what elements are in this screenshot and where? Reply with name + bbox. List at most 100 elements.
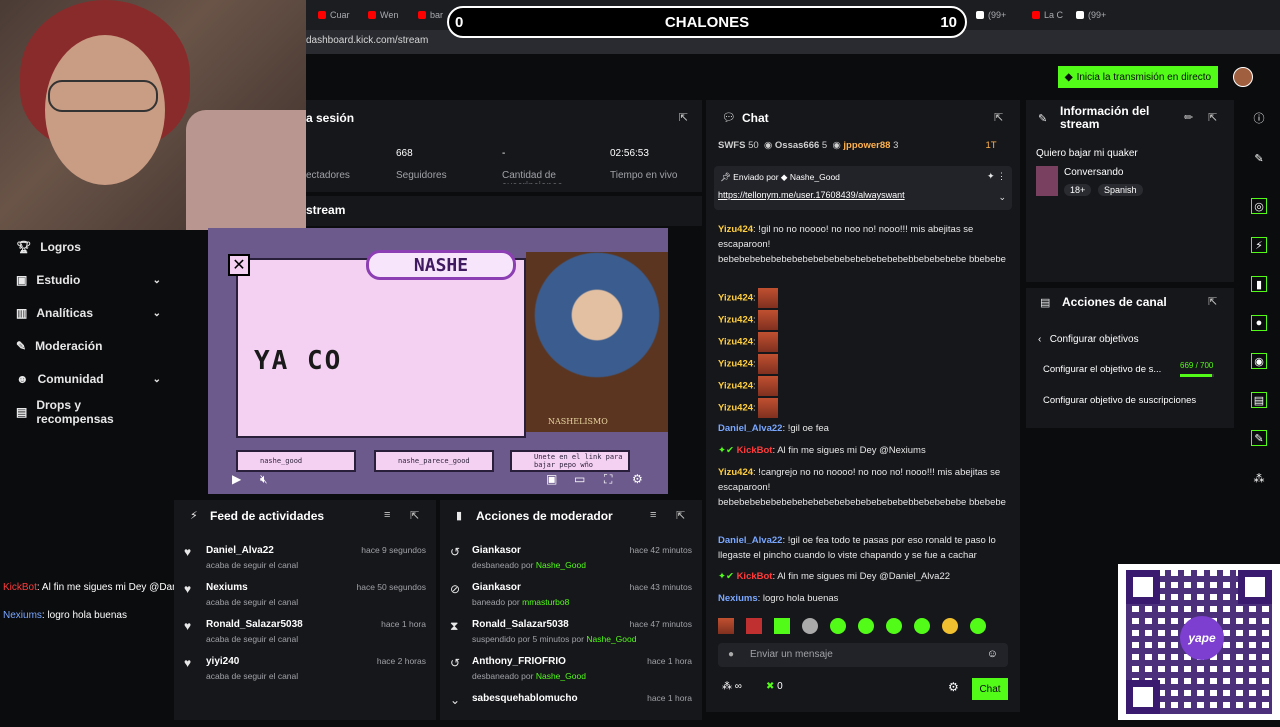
chat-message: Yizu424: (718, 332, 1008, 352)
wrench-icon[interactable]: ✎ (1251, 430, 1267, 446)
expand-icon[interactable]: ⇱ (410, 509, 419, 522)
pin-icon: 📌︎ (720, 172, 731, 182)
badge-icon: ✦✔ (718, 571, 734, 582)
chevron-down-icon: ⌄ (152, 373, 161, 385)
emote-bar (718, 618, 1008, 636)
panel-title: stream (306, 203, 346, 217)
browser-tab[interactable]: (99+ (976, 7, 1006, 23)
filter-icon[interactable]: ≡ (384, 509, 390, 521)
emote-icon (758, 398, 779, 418)
stream-panel-header: stream (306, 196, 702, 226)
stream-preview[interactable]: ✕ NASHE YA CO NASHELISMO nashe_good nash… (208, 228, 668, 494)
filter-icon[interactable]: ≡ (650, 509, 656, 521)
broadcast-icon[interactable]: ◉ (1251, 353, 1267, 369)
emote-icon (758, 332, 779, 352)
emote-icon[interactable] (886, 618, 902, 634)
top-chatters: SWFS 50 ◉ Ossas666 5 ◉ jppower88 3 1T (718, 140, 997, 151)
pin-icon[interactable]: ✦ ⋮ (987, 171, 1006, 182)
sidebar-item-moderacion[interactable]: ✎ Moderación (16, 336, 161, 356)
list-item: ↺ Giankasor desbaneado por Nashe_Good hace … (450, 545, 692, 570)
list-item: ♥ Nexiums acaba de seguir el canal hace 50 … (184, 582, 426, 607)
chat-message: Daniel_Alva22: !gil oe fea (718, 423, 829, 434)
mute-icon[interactable]: 🔇︎ (260, 472, 268, 487)
expand-icon[interactable]: ⇱ (676, 509, 685, 522)
emote-icon (758, 354, 779, 374)
emote-icon[interactable] (858, 618, 874, 634)
panel-title: Chat (742, 111, 769, 125)
add-widget-icon[interactable]: ⁂ (1251, 470, 1267, 486)
browser-tab[interactable]: Wen (368, 7, 398, 23)
expand-icon[interactable]: ⇱ (1208, 295, 1217, 308)
chart-icon: ▥ (16, 306, 28, 320)
category-thumbnail (1036, 166, 1058, 196)
pinned-link[interactable]: https://tellonym.me/user.17608439/always… (718, 190, 905, 200)
chat-icon[interactable]: ● (1251, 315, 1267, 331)
chat-message: Daniel_Alva22: !gil oe fea todo te pasas… (718, 535, 996, 561)
slowmode-icon[interactable]: ⁂ ∞ (722, 681, 742, 692)
gear-icon[interactable]: ⚙ (632, 472, 643, 486)
browser-tab[interactable]: (99+ (1076, 7, 1106, 23)
edit-icon[interactable]: ✎ (1251, 150, 1267, 166)
hourglass-icon: ⧗ (450, 619, 459, 633)
emote-icon[interactable] (802, 618, 818, 634)
avatar[interactable] (1233, 67, 1253, 87)
shield-icon: ▮ (456, 510, 463, 522)
expand-icon[interactable]: ⇱ (994, 111, 1003, 124)
follower-goal-item[interactable]: Configurar el objetivo de s... (1043, 364, 1173, 375)
chevron-down-icon[interactable]: ⌄ (998, 192, 1006, 203)
chevron-down-icon: ⌄ (450, 693, 461, 707)
expand-icon[interactable]: ⇱ (1208, 111, 1217, 124)
emote-icon[interactable] (914, 618, 930, 634)
emote-icon[interactable] (942, 618, 958, 634)
edit-icon[interactable]: ✏ (1184, 111, 1193, 124)
emote-icon (758, 310, 779, 330)
url-text[interactable]: dashboard.kick.com/stream (306, 35, 428, 46)
pinned-message[interactable]: 📌︎ Enviado por ◆ Nashe_Good ✦ ⋮ https://… (714, 166, 1012, 210)
chat-input[interactable]: ● Enviar un mensaje ☺ (718, 643, 1008, 667)
sidebar-item-analiticas[interactable]: ▥ Analíticas ⌄ (16, 303, 161, 323)
sidebar-item-drops[interactable]: ▤ Drops y recompensas (16, 398, 161, 426)
heart-icon: ♥ (184, 545, 192, 559)
pip-icon[interactable]: ▣ (546, 472, 557, 486)
emote-icon (758, 376, 779, 396)
emote-icon[interactable] (774, 618, 790, 634)
chat-message: Yizu424: (718, 288, 1008, 308)
sidebar-item-comunidad[interactable]: ☻ Comunidad ⌄ (16, 369, 161, 389)
sidebar-item-logros[interactable]: 🏆︎ Logros (16, 237, 161, 257)
favicon-icon (318, 11, 326, 19)
emote-icon[interactable] (746, 618, 762, 634)
back-button[interactable]: ‹ Configurar objetivos (1038, 334, 1139, 345)
shield-icon[interactable]: ▮ (1251, 276, 1267, 292)
gear-icon[interactable]: ⚙ (948, 680, 959, 694)
info-icon[interactable]: ⓘ (1251, 110, 1267, 126)
emote-icon[interactable] (718, 618, 734, 634)
heart-icon: ♥ (184, 656, 192, 670)
browser-tab[interactable]: Cuar (318, 7, 350, 23)
sub-goal-item[interactable]: Configurar objetivo de suscripciones (1043, 395, 1196, 406)
sidebar-item-estudio[interactable]: ▣ Estudio ⌄ (16, 270, 161, 290)
actions-icon[interactable]: ▤ (1251, 392, 1267, 408)
ban-icon: ⊘ (450, 582, 461, 596)
drops-icon: ▤ (16, 405, 28, 419)
browser-tab[interactable]: La C (1032, 7, 1063, 23)
fullscreen-icon[interactable]: ⛶ (604, 472, 612, 487)
emoji-picker-icon[interactable]: ☺ (987, 648, 998, 660)
send-chat-button[interactable]: Chat (972, 678, 1008, 700)
chat-message: ✦✔ KickBot: Al fin me sigues mi Dey @Nex… (718, 445, 926, 456)
emote-icon[interactable] (830, 618, 846, 634)
list-item: ⊘ Giankasor baneado por mmasturbo8 hace 43 … (450, 582, 692, 607)
play-icon[interactable]: ▶ (232, 472, 241, 486)
emote-icon[interactable] (970, 618, 986, 634)
kick-icon: ◆ (1064, 71, 1073, 83)
list-item: ↺ Anthony_FRIOFRIO desbaneado por Nashe_Go… (450, 656, 692, 681)
target-icon[interactable]: ◎ (1251, 198, 1267, 214)
chat-message: Yizu424: (718, 354, 1008, 374)
expand-icon[interactable]: ⇱ (679, 111, 688, 124)
favicon-icon (976, 11, 984, 19)
theater-icon[interactable]: ▭ (574, 472, 585, 486)
browser-tab[interactable]: bar (418, 7, 443, 23)
go-live-button[interactable]: ◆ Inicia la transmisión en directo (1058, 66, 1218, 88)
emoji-icon[interactable]: ● (728, 649, 734, 660)
activity-feed-panel: ⚡︎ Feed de actividades ≡ ⇱ ♥ Daniel_Alva2… (174, 500, 436, 720)
lightning-icon[interactable]: ⚡︎ (1251, 237, 1267, 253)
